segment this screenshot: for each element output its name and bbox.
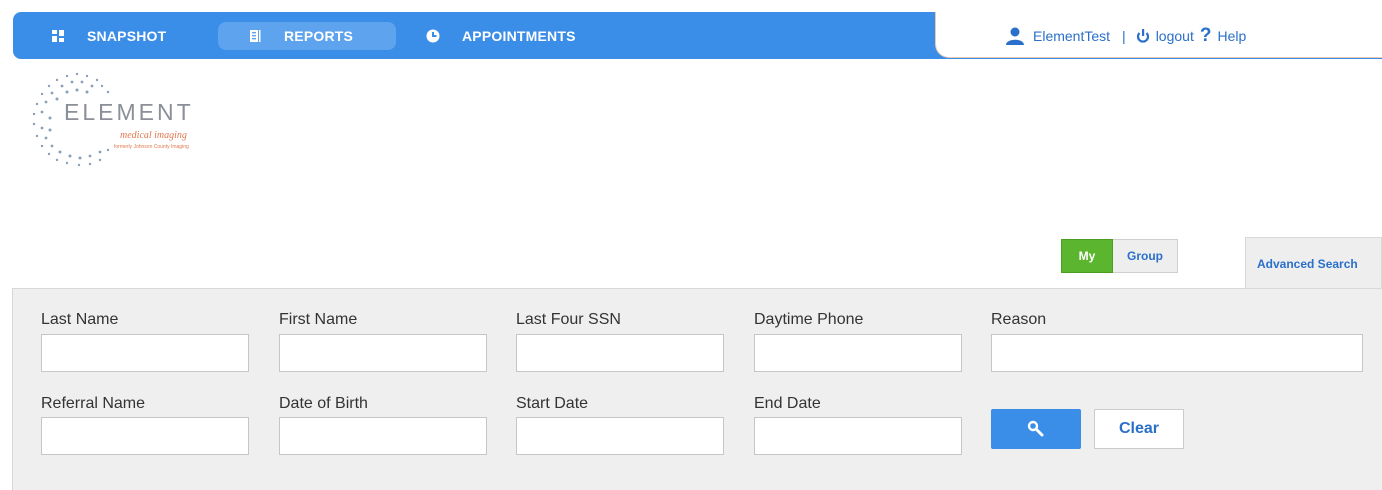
help-icon[interactable]: ? (1200, 25, 1212, 47)
nav-snapshot-label: SNAPSHOT (87, 28, 167, 44)
date-of-birth-input[interactable] (279, 417, 487, 455)
company-logo: ELEMENT medical imaging formerly Johnson… (22, 66, 212, 170)
help-link[interactable]: Help (1217, 28, 1246, 44)
nav-appointments-label: APPOINTMENTS (462, 28, 576, 44)
nav-reports[interactable]: REPORTS (218, 22, 396, 50)
reason-input[interactable] (991, 334, 1363, 372)
tab-advanced-search[interactable]: Advanced Search (1245, 237, 1382, 289)
logout-link[interactable]: logout (1156, 28, 1194, 44)
dashboard-icon (51, 29, 65, 43)
user-menu: ElementTest | logout ? Help (1005, 25, 1246, 47)
document-icon (248, 29, 262, 43)
daytime-phone-input[interactable] (754, 334, 962, 372)
last-name-label: Last Name (41, 311, 119, 328)
search-icon (1027, 420, 1045, 438)
nav-reports-label: REPORTS (284, 28, 354, 44)
separator: | (1122, 28, 1126, 44)
nav-appointments[interactable]: APPOINTMENTS (426, 22, 576, 50)
clear-button[interactable]: Clear (1094, 409, 1184, 449)
user-panel: ElementTest | logout ? Help (935, 12, 1382, 58)
tab-my[interactable]: My (1061, 239, 1113, 273)
last-name-input[interactable] (41, 334, 249, 372)
start-date-input[interactable] (516, 417, 724, 455)
last-four-ssn-input[interactable] (516, 334, 724, 372)
logo-subtitle: medical imaging (120, 130, 187, 141)
logo-wordmark: ELEMENT (64, 99, 194, 125)
logo-tagline: formerly Johnson County Imaging (114, 144, 189, 150)
tab-group[interactable]: Group (1113, 239, 1178, 273)
referral-name-label: Referral Name (41, 395, 146, 412)
end-date-input[interactable] (754, 417, 962, 455)
nav-snapshot[interactable]: SNAPSHOT (51, 22, 166, 50)
date-of-birth-label: Date of Birth (279, 395, 368, 412)
power-icon[interactable] (1136, 28, 1150, 44)
clock-icon (426, 29, 440, 43)
user-name[interactable]: ElementTest (1033, 28, 1110, 44)
end-date-label: End Date (754, 395, 821, 412)
daytime-phone-label: Daytime Phone (754, 311, 864, 328)
user-icon (1005, 27, 1025, 45)
search-panel: Last Name First Name Last Four SSN Dayti… (12, 288, 1382, 490)
reason-label: Reason (991, 311, 1047, 328)
search-button[interactable] (991, 409, 1081, 449)
start-date-label: Start Date (516, 395, 589, 412)
last-four-ssn-label: Last Four SSN (516, 311, 621, 328)
first-name-label: First Name (279, 311, 358, 328)
referral-name-input[interactable] (41, 417, 249, 455)
first-name-input[interactable] (279, 334, 487, 372)
